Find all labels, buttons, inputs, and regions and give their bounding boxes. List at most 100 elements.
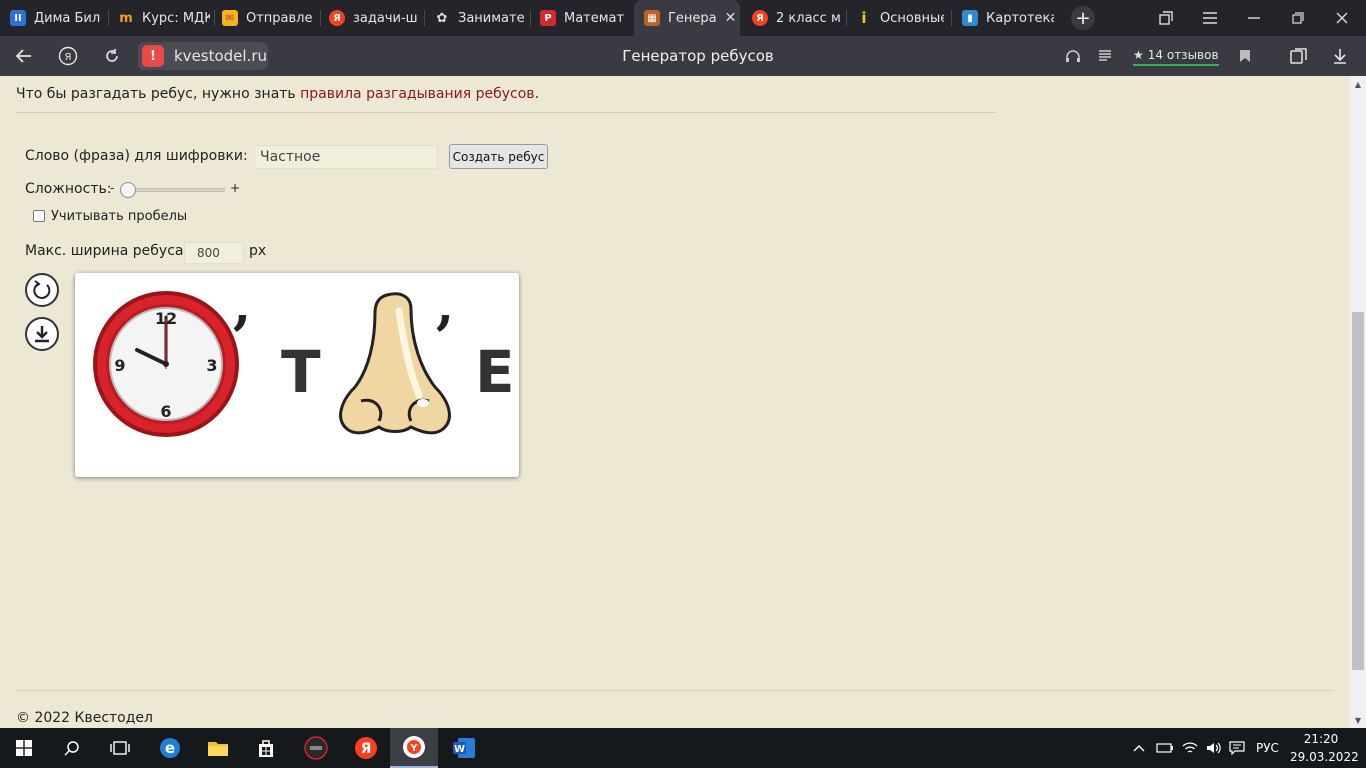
yandex-favicon-icon: Я — [329, 10, 345, 26]
warning-icon[interactable]: ! — [142, 45, 164, 67]
book-favicon-icon: ▮ — [962, 10, 978, 26]
battery-icon[interactable] — [1156, 728, 1174, 768]
difficulty-slider-track[interactable] — [121, 188, 225, 192]
rebus-letter-e: Е — [475, 338, 515, 406]
windows-start-icon[interactable] — [0, 728, 48, 768]
tab-3[interactable]: Я задачи-ш — [329, 0, 417, 36]
yandex-app-icon[interactable]: Я — [342, 728, 390, 768]
search-icon[interactable] — [48, 728, 96, 768]
menu-icon[interactable] — [1190, 0, 1230, 36]
clock-date: 29.03.2022 — [1290, 750, 1359, 764]
rebus-image: 12 3 6 9 , Т , Е — [75, 273, 519, 477]
tab-2[interactable]: ✉ Отправле — [222, 0, 314, 36]
tab-4[interactable]: ✿ Занимате — [434, 0, 526, 36]
scrollbar-thumb[interactable] — [1352, 312, 1364, 670]
svg-text:e: e — [165, 739, 175, 757]
svg-text:Y: Y — [409, 743, 418, 754]
page-title: Генератор ребусов — [622, 47, 774, 65]
spaces-checkbox[interactable] — [33, 210, 45, 222]
edge-icon[interactable]: e — [146, 728, 194, 768]
file-explorer-icon[interactable] — [194, 728, 242, 768]
rebus-comma-1: , — [233, 275, 252, 336]
close-tab-icon[interactable]: ✕ — [725, 10, 737, 26]
svg-text:Я: Я — [65, 52, 72, 63]
m-favicon-icon: m — [119, 10, 133, 26]
difficulty-slider-thumb[interactable] — [120, 182, 136, 198]
puzzle-favicon-icon: ✿ — [436, 10, 448, 26]
close-window-icon[interactable] — [1322, 0, 1362, 36]
collections-icon[interactable] — [1281, 36, 1317, 76]
refresh-icon — [33, 280, 51, 299]
svg-text:Я: Я — [361, 741, 372, 757]
clock-number-9: 9 — [114, 356, 125, 375]
rules-link[interactable]: правила разгадывания ребусов — [300, 86, 534, 102]
taskbar: e Я Y W РУС 21:20 29.03.2022 — [0, 728, 1366, 768]
url-field[interactable]: ! kvestodel.ru — [138, 42, 268, 70]
address-bar: Я ! kvestodel.ru Генератор ребусов ★ 14 … — [0, 36, 1366, 76]
scroll-up-icon[interactable]: ▲ — [1350, 76, 1366, 92]
restore-icon[interactable] — [1278, 0, 1318, 36]
clock[interactable]: 21:20 29.03.2022 — [1290, 730, 1359, 766]
reload-icon[interactable] — [94, 36, 130, 76]
refresh-rebus-button[interactable] — [25, 273, 59, 307]
rebus-letter-t: Т — [281, 338, 321, 406]
star-icon: ★ — [1133, 48, 1144, 62]
store-icon[interactable] — [242, 728, 290, 768]
clock-icon: 12 3 6 9 — [93, 291, 239, 437]
tab-7[interactable]: Я 2 класс ма — [752, 0, 840, 36]
intro-text: Что бы разгадать ребус, нужно знать прав… — [16, 86, 540, 102]
footer-divider — [16, 690, 1334, 691]
width-input[interactable]: 800 — [184, 242, 244, 264]
spaces-label: Учитывать пробелы — [51, 209, 188, 224]
tab-1[interactable]: m Курс: МДК — [118, 0, 210, 36]
difficulty-label: Сложность: — [25, 181, 112, 197]
info-favicon-icon: i — [861, 9, 867, 27]
divider — [16, 112, 996, 113]
width-unit: px — [249, 243, 267, 259]
scroll-down-icon[interactable]: ▼ — [1350, 712, 1366, 728]
yandex-favicon-icon: Я — [752, 10, 768, 26]
reader-mode-icon[interactable] — [1087, 36, 1123, 76]
language-indicator[interactable]: РУС — [1256, 728, 1279, 768]
reviews-link[interactable]: ★ 14 отзывов — [1133, 46, 1219, 66]
rebus-comma-2: , — [436, 275, 455, 336]
pause-favicon-icon: II — [10, 10, 26, 26]
asus-app-icon[interactable] — [292, 728, 340, 768]
yandex-browser-icon[interactable]: Y — [390, 728, 438, 768]
rebus-favicon-icon: ▦ — [644, 10, 660, 26]
tab-5[interactable]: P Математ — [540, 0, 628, 36]
page-content: Что бы разгадать ребус, нужно знать прав… — [0, 76, 1350, 728]
width-label: Макс. ширина ребуса: — [25, 243, 189, 259]
footer-copyright: © 2022 Квестодел — [16, 710, 153, 726]
difficulty-plus: + — [230, 181, 241, 195]
tray-overflow-icon[interactable] — [1133, 728, 1145, 768]
word-icon[interactable]: W — [440, 728, 488, 768]
new-tab-button[interactable]: + — [1071, 6, 1095, 30]
notification-icon[interactable] — [1229, 728, 1245, 768]
tab-strip: II Дима Бил m Курс: МДК ✉ Отправле Я зад… — [0, 0, 1366, 36]
clock-number-6: 6 — [160, 402, 171, 421]
back-arrow-icon[interactable] — [6, 36, 42, 76]
difficulty-minus: - — [110, 181, 115, 195]
create-rebus-button[interactable]: Создать ребус — [449, 144, 548, 169]
download-icon[interactable] — [1322, 36, 1358, 76]
volume-icon[interactable] — [1206, 728, 1222, 768]
tab-0[interactable]: II Дима Бил — [10, 0, 102, 36]
yandex-logo-icon[interactable]: Я — [50, 36, 86, 76]
tab-manager-icon[interactable] — [1146, 0, 1186, 36]
p-favicon-icon: P — [540, 10, 556, 26]
headphones-icon[interactable] — [1055, 36, 1091, 76]
task-view-icon[interactable] — [96, 728, 144, 768]
bookmark-icon[interactable] — [1227, 36, 1263, 76]
download-rebus-button[interactable] — [25, 317, 59, 351]
wifi-icon[interactable] — [1182, 728, 1198, 768]
svg-text:W: W — [454, 744, 465, 755]
tab-6-active[interactable]: ▦ Генера ✕ — [634, 0, 740, 36]
download-icon — [35, 326, 49, 343]
clock-time: 21:20 — [1303, 732, 1339, 746]
word-input[interactable]: Частное — [254, 145, 438, 169]
minimize-icon[interactable] — [1234, 0, 1274, 36]
mail-favicon-icon: ✉ — [222, 10, 238, 26]
tab-9[interactable]: ▮ Картотека — [962, 0, 1054, 36]
tab-8[interactable]: i Основные — [856, 0, 944, 36]
